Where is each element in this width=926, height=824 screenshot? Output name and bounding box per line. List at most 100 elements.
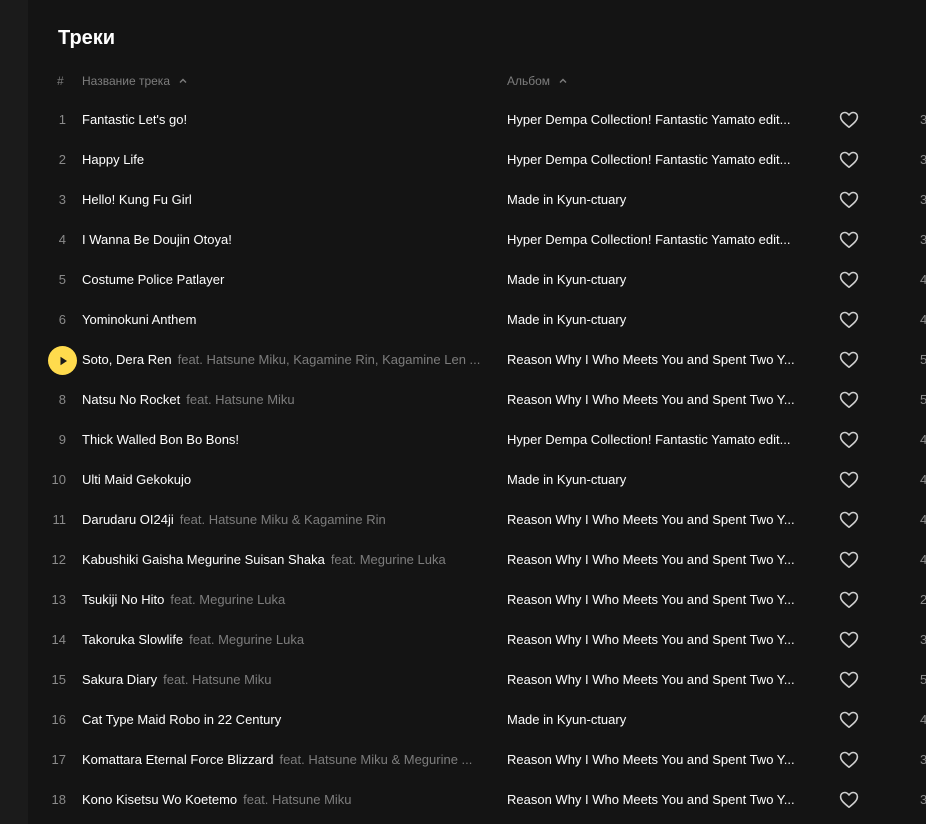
heart-icon (839, 191, 859, 208)
track-title[interactable]: Cat Type Maid Robo in 22 Century (82, 712, 281, 727)
column-header-title[interactable]: Название трека (82, 73, 188, 89)
track-title[interactable]: Kabushiki Gaisha Megurine Suisan Shaka (82, 552, 325, 567)
track-title[interactable]: Happy Life (82, 152, 144, 167)
play-icon (60, 356, 67, 365)
like-button[interactable] (838, 750, 860, 770)
track-artists[interactable]: feat. Hatsune Miku (186, 392, 294, 407)
track-title[interactable]: Soto, Dera Ren (82, 352, 172, 367)
track-album[interactable]: Reason Why I Who Meets You and Spent Two… (507, 552, 817, 568)
track-row[interactable]: 15 Sakura Diary feat. Hatsune Miku Reason… (28, 660, 926, 700)
track-duration: 5 (920, 672, 926, 687)
track-row[interactable]: 16 Cat Type Maid Robo in 22 Century Made… (28, 700, 926, 740)
like-button[interactable] (838, 230, 860, 250)
track-duration: 3 (920, 192, 926, 207)
track-row[interactable]: 12 Kabushiki Gaisha Megurine Suisan Shak… (28, 540, 926, 580)
track-artists[interactable]: feat. Megurine Luka (189, 632, 304, 647)
heart-icon (839, 431, 859, 448)
track-row[interactable]: 18 Kono Kisetsu Wo Koetemo feat. Hatsune … (28, 780, 926, 820)
like-button[interactable] (838, 670, 860, 690)
track-artists[interactable]: feat. Hatsune Miku (243, 792, 351, 807)
track-duration: 3 (920, 632, 926, 647)
like-button[interactable] (838, 590, 860, 610)
like-button[interactable] (838, 350, 860, 370)
track-album[interactable]: Reason Why I Who Meets You and Spent Two… (507, 672, 817, 688)
like-button[interactable] (838, 390, 860, 410)
track-row[interactable]: 10 Ulti Maid Gekokujo Made in Kyun-ctuar… (28, 460, 926, 500)
track-title[interactable]: Yominokuni Anthem (82, 312, 196, 327)
track-album[interactable]: Reason Why I Who Meets You and Spent Two… (507, 512, 817, 528)
track-album[interactable]: Made in Kyun-ctuary (507, 272, 817, 288)
like-button[interactable] (838, 150, 860, 170)
track-title[interactable]: Kono Kisetsu Wo Koetemo (82, 792, 237, 807)
section-title: Треки (58, 27, 116, 49)
track-row[interactable]: 5 Costume Police Patlayer Made in Kyun-c… (28, 260, 926, 300)
track-row[interactable]: 9 Thick Walled Bon Bo Bons! Hyper Dempa … (28, 420, 926, 460)
track-row[interactable]: 13 Tsukiji No Hito feat. Megurine Luka Re… (28, 580, 926, 620)
track-row[interactable]: 14 Takoruka Slowlife feat. Megurine Luka … (28, 620, 926, 660)
track-title[interactable]: Sakura Diary (82, 672, 157, 687)
track-album[interactable]: Hyper Dempa Collection! Fantastic Yamato… (507, 152, 817, 168)
like-button[interactable] (838, 430, 860, 450)
track-artists[interactable]: feat. Hatsune Miku & Kagamine Rin (180, 512, 386, 527)
track-artists[interactable]: feat. Hatsune Miku & Megurine ... (279, 752, 472, 767)
track-album[interactable]: Hyper Dempa Collection! Fantastic Yamato… (507, 432, 817, 448)
track-duration: 3 (920, 752, 926, 767)
column-header-album[interactable]: Альбом (507, 73, 568, 89)
track-album[interactable]: Reason Why I Who Meets You and Spent Two… (507, 792, 817, 808)
track-album[interactable]: Made in Kyun-ctuary (507, 472, 817, 488)
track-row[interactable]: 1 Fantastic Let's go! Hyper Dempa Collec… (28, 100, 926, 140)
track-row[interactable]: 7 Soto, Dera Renfeat. Hatsune Miku, Kaga… (28, 340, 926, 380)
track-row[interactable]: 4 I Wanna Be Doujin Otoya! Hyper Dempa C… (28, 220, 926, 260)
track-artists[interactable]: feat. Hatsune Miku (163, 672, 271, 687)
track-title[interactable]: Komattara Eternal Force Blizzard (82, 752, 273, 767)
track-album[interactable]: Reason Why I Who Meets You and Spent Two… (507, 592, 817, 608)
track-album[interactable]: Reason Why I Who Meets You and Spent Two… (507, 392, 817, 408)
like-button[interactable] (838, 310, 860, 330)
track-number: 8 (58, 392, 66, 407)
like-button[interactable] (838, 790, 860, 810)
track-row[interactable]: 8 Natsu No Rocket feat. Hatsune Miku Reas… (28, 380, 926, 420)
like-button[interactable] (838, 630, 860, 650)
like-button[interactable] (838, 710, 860, 730)
play-button[interactable] (48, 346, 77, 375)
track-title[interactable]: Darudaru OI24ji (82, 512, 174, 527)
track-number: 4 (58, 232, 66, 247)
track-title[interactable]: Tsukiji No Hito (82, 592, 164, 607)
track-artists[interactable]: feat. Megurine Luka (170, 592, 285, 607)
track-album[interactable]: Made in Kyun-ctuary (507, 312, 817, 328)
track-title[interactable]: Costume Police Patlayer (82, 272, 224, 287)
track-title[interactable]: Ulti Maid Gekokujo (82, 472, 191, 487)
track-album[interactable]: Made in Kyun-ctuary (507, 192, 817, 208)
like-button[interactable] (838, 270, 860, 290)
track-album[interactable]: Reason Why I Who Meets You and Spent Two… (507, 752, 817, 768)
track-title[interactable]: Natsu No Rocket (82, 392, 180, 407)
track-row[interactable]: 17 Komattara Eternal Force Blizzard feat.… (28, 740, 926, 780)
track-number: 11 (52, 512, 67, 527)
track-title[interactable]: Takoruka Slowlife (82, 632, 183, 647)
track-album[interactable]: Reason Why I Who Meets You and Spent Two… (507, 632, 817, 648)
like-button[interactable] (838, 110, 860, 130)
track-duration: 5 (920, 392, 926, 407)
like-button[interactable] (838, 550, 860, 570)
track-artists[interactable]: feat. Megurine Luka (331, 552, 446, 567)
track-row[interactable]: 6 Yominokuni Anthem Made in Kyun-ctuary … (28, 300, 926, 340)
track-row[interactable]: 3 Hello! Kung Fu Girl Made in Kyun-ctuar… (28, 180, 926, 220)
tracks-section: Треки # Название трека Альбом 1 Fantasti… (28, 0, 926, 824)
track-album[interactable]: Reason Why I Who Meets You and Spent Two… (507, 352, 817, 368)
track-album[interactable]: Hyper Dempa Collection! Fantastic Yamato… (507, 112, 817, 128)
track-album[interactable]: Hyper Dempa Collection! Fantastic Yamato… (507, 232, 817, 248)
track-album[interactable]: Made in Kyun-ctuary (507, 712, 817, 728)
track-number: 13 (51, 592, 66, 607)
track-row[interactable]: 2 Happy Life Hyper Dempa Collection! Fan… (28, 140, 926, 180)
track-title[interactable]: I Wanna Be Doujin Otoya! (82, 232, 232, 247)
heart-icon (839, 751, 859, 768)
like-button[interactable] (838, 470, 860, 490)
track-title[interactable]: Fantastic Let's go! (82, 112, 187, 127)
track-artists[interactable]: feat. Hatsune Miku, Kagamine Rin, Kagami… (178, 352, 481, 367)
track-title[interactable]: Hello! Kung Fu Girl (82, 192, 192, 207)
like-button[interactable] (838, 190, 860, 210)
like-button[interactable] (838, 510, 860, 530)
track-row[interactable]: 11 Darudaru OI24ji feat. Hatsune Miku & K… (28, 500, 926, 540)
track-duration: 2 (920, 592, 926, 607)
track-title[interactable]: Thick Walled Bon Bo Bons! (82, 432, 239, 447)
